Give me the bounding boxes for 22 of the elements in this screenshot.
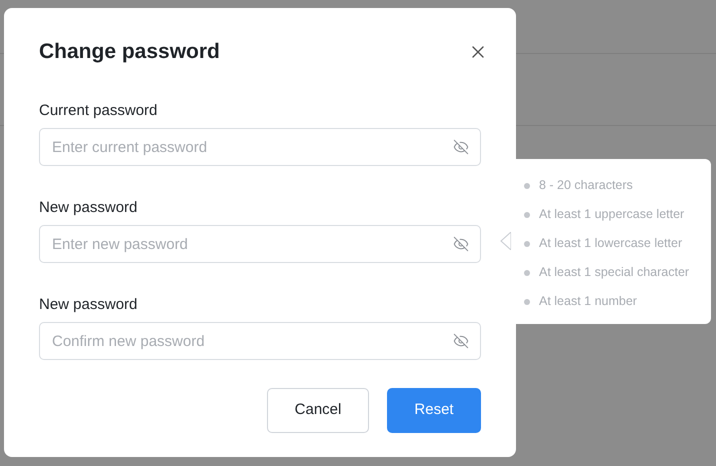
rule-text: At least 1 uppercase letter xyxy=(539,206,684,224)
password-field[interactable]: Enter current password xyxy=(39,128,481,166)
rule-text: At least 1 number xyxy=(539,293,637,310)
reset-button[interactable]: Reset xyxy=(387,388,481,433)
eye-off-icon[interactable] xyxy=(453,333,469,349)
field-label: Current password xyxy=(39,102,158,120)
rule-text: At least 1 lowercase letter xyxy=(539,235,682,252)
bullet-icon xyxy=(524,182,530,188)
dialog-title: Change password xyxy=(39,39,220,66)
bullet-icon xyxy=(524,298,530,304)
bullet-icon xyxy=(524,240,530,246)
field-label: New password xyxy=(39,296,138,314)
bullet-icon xyxy=(524,212,530,218)
password-field[interactable]: Enter new password xyxy=(39,225,481,263)
rule-text: At least 1 special character xyxy=(539,264,690,282)
eye-off-icon[interactable] xyxy=(453,236,469,252)
field-label: New password xyxy=(39,199,138,217)
password-field[interactable]: Confirm new password xyxy=(39,322,481,360)
cancel-button[interactable]: Cancel xyxy=(267,388,369,433)
eye-off-icon[interactable] xyxy=(453,139,469,155)
rule-text: 8 - 20 characters xyxy=(539,177,633,194)
bullet-icon xyxy=(524,270,530,276)
